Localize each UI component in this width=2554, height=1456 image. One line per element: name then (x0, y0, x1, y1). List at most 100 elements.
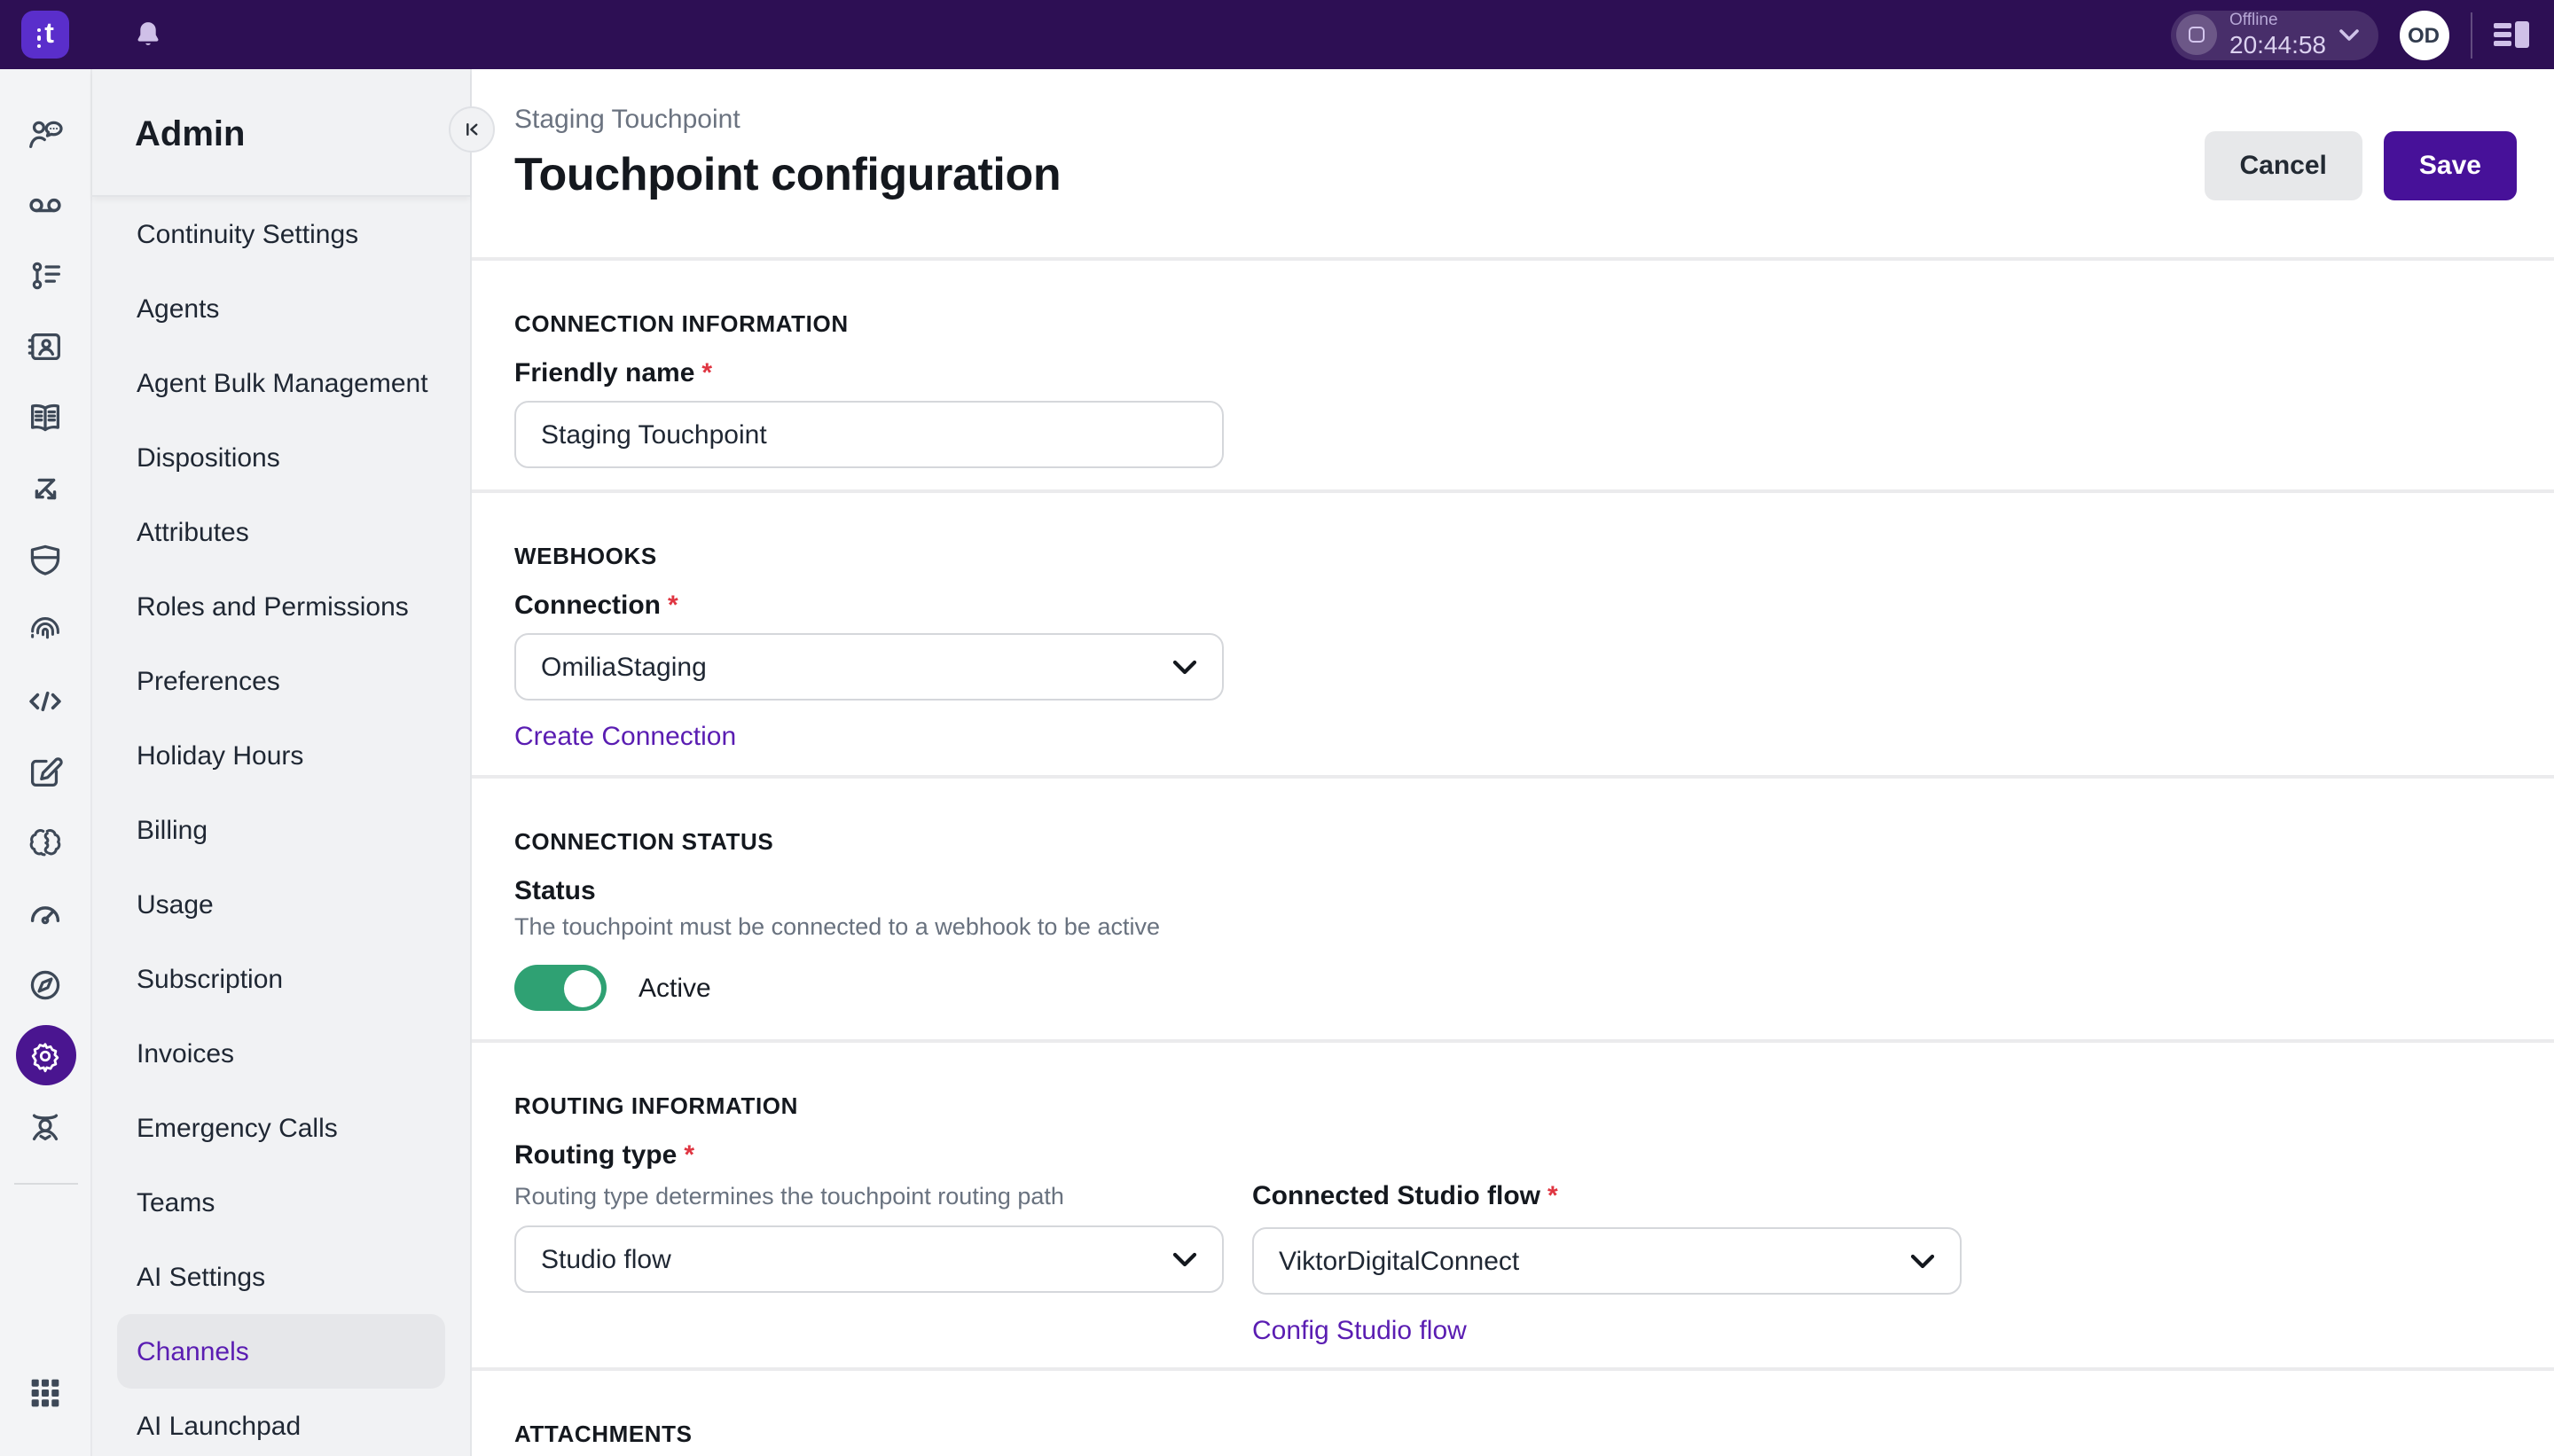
connection-information-section: CONNECTION INFORMATION Friendly name* (472, 261, 2554, 493)
section-heading: ROUTING INFORMATION (514, 1092, 2511, 1119)
sidebar-item-dispositions[interactable]: Dispositions (117, 420, 445, 495)
sidebar-item-label: Billing (137, 815, 208, 845)
webhooks-section: WEBHOOKS Connection* OmiliaStaging Creat… (472, 493, 2554, 779)
routing-type-column: Routing type* Routing type determines th… (514, 1140, 1224, 1346)
status-pill-texts: Offline 20:44:58 (2229, 12, 2326, 58)
usage-gauge-icon[interactable] (10, 878, 81, 949)
sidebar-item-label: Channels (137, 1336, 249, 1366)
routing-type-value: Studio flow (541, 1244, 671, 1274)
sidebar-item-label: Agents (137, 294, 219, 324)
create-connection-link[interactable]: Create Connection (514, 722, 736, 752)
talkdesk-logo[interactable]: t (21, 11, 69, 59)
connected-flow-label: Connected Studio flow* (1252, 1181, 1558, 1211)
admin-menu: Continuity Settings Agents Agent Bulk Ma… (92, 197, 470, 1456)
sidebar-item-label: Subscription (137, 964, 283, 994)
friendly-name-label: Friendly name* (514, 358, 2511, 388)
chevron-down-icon (1172, 1251, 1197, 1267)
routing-type-select[interactable]: Studio flow (514, 1225, 1224, 1293)
connected-flow-column: Connected Studio flow* ViktorDigitalConn… (1252, 1181, 1962, 1346)
sidebar-item-label: Usage (137, 889, 214, 920)
sidebar-item-emergency-calls[interactable]: Emergency Calls (117, 1091, 445, 1165)
chevron-down-icon (1172, 659, 1197, 675)
sidebar-item-ai-settings[interactable]: AI Settings (117, 1240, 445, 1314)
identity-fingerprint-icon[interactable] (10, 594, 81, 665)
topbar-divider (2470, 12, 2472, 58)
friendly-name-input[interactable] (514, 401, 1224, 468)
knowledge-book-icon[interactable] (10, 381, 81, 452)
status-text: Offline (2229, 12, 2326, 29)
sidebar-item-attributes[interactable]: Attributes (117, 495, 445, 569)
app-rail (0, 69, 92, 1456)
sidebar-title: Admin (135, 115, 470, 156)
sidebar-item-label: Attributes (137, 517, 249, 547)
security-shield-icon[interactable] (10, 523, 81, 594)
topbar-right: Offline 20:44:58 OD (2171, 10, 2529, 59)
agent-status-pill[interactable]: Offline 20:44:58 (2171, 10, 2378, 59)
config-studio-flow-link[interactable]: Config Studio flow (1252, 1316, 1467, 1346)
app-shell: Admin Continuity Settings Agents Agent B… (0, 69, 2554, 1456)
connection-select[interactable]: OmiliaStaging (514, 633, 1224, 701)
main-content: Staging Touchpoint Touchpoint configurat… (472, 69, 2554, 1456)
layout-panel-icon[interactable] (2493, 21, 2529, 48)
sidebar-item-channels[interactable]: Channels (117, 1314, 445, 1389)
page-title: Touchpoint configuration (514, 147, 1061, 202)
section-heading: CONNECTION STATUS (514, 828, 2511, 855)
collapse-sidebar-button[interactable] (449, 106, 495, 153)
sidebar-item-teams[interactable]: Teams (117, 1165, 445, 1240)
admin-sidebar: Admin Continuity Settings Agents Agent B… (92, 69, 472, 1456)
required-asterisk: * (1547, 1181, 1558, 1211)
notifications-bell-icon[interactable] (131, 18, 165, 51)
connected-flow-select[interactable]: ViktorDigitalConnect (1252, 1227, 1962, 1295)
sidebar-item-label: AI Settings (137, 1262, 265, 1292)
sidebar-item-holiday-hours[interactable]: Holiday Hours (117, 718, 445, 793)
sidebar-item-invoices[interactable]: Invoices (117, 1016, 445, 1091)
header-actions: Cancel Save (2205, 131, 2518, 257)
status-timer: 20:44:58 (2229, 33, 2326, 58)
required-asterisk: * (684, 1140, 694, 1170)
toggle-knob (564, 969, 601, 1006)
voicemail-icon[interactable] (10, 168, 81, 239)
contacts-icon[interactable] (10, 310, 81, 381)
status-helper-text: The touchpoint must be connected to a we… (514, 913, 2511, 940)
academy-icon[interactable] (10, 1091, 81, 1162)
sidebar-item-continuity-settings[interactable]: Continuity Settings (117, 197, 445, 271)
touchpoint-configuration-app: t Offline 20:44:58 OD (0, 0, 2554, 1456)
sidebar-item-label: AI Launchpad (137, 1411, 301, 1441)
sidebar-header: Admin (92, 69, 470, 197)
sidebar-item-label: Preferences (137, 666, 280, 696)
developer-code-icon[interactable] (10, 665, 81, 736)
routing-type-helper: Routing type determines the touchpoint r… (514, 1183, 1064, 1209)
ai-brain-icon[interactable] (10, 807, 81, 878)
save-button[interactable]: Save (2384, 131, 2517, 200)
agent-conversations-icon[interactable] (10, 98, 81, 168)
logo-letter: t (44, 20, 54, 49)
apps-grid-icon[interactable] (10, 1357, 81, 1428)
logo-dots-icon (36, 27, 41, 49)
status-toggle[interactable] (514, 965, 607, 1011)
sidebar-item-subscription[interactable]: Subscription (117, 942, 445, 1016)
compose-edit-icon[interactable] (10, 736, 81, 807)
connection-select-value: OmiliaStaging (541, 652, 707, 682)
required-asterisk: * (668, 591, 678, 621)
sidebar-item-roles-and-permissions[interactable]: Roles and Permissions (117, 569, 445, 644)
explore-compass-icon[interactable] (10, 949, 81, 1020)
sidebar-item-agents[interactable]: Agents (117, 271, 445, 346)
connected-flow-value: ViktorDigitalConnect (1279, 1246, 1519, 1276)
cancel-button[interactable]: Cancel (2205, 131, 2362, 200)
offline-status-icon (2176, 14, 2217, 55)
section-heading: ATTACHMENTS (514, 1421, 2511, 1447)
sidebar-item-usage[interactable]: Usage (117, 867, 445, 942)
section-heading: CONNECTION INFORMATION (514, 310, 2511, 337)
sidebar-item-preferences[interactable]: Preferences (117, 644, 445, 718)
routing-flow-icon[interactable] (10, 452, 81, 523)
queue-list-icon[interactable] (10, 239, 81, 310)
connection-status-section: CONNECTION STATUS Status The touchpoint … (472, 779, 2554, 1043)
sidebar-item-billing[interactable]: Billing (117, 793, 445, 867)
avatar[interactable]: OD (2399, 10, 2448, 59)
settings-gear-icon[interactable] (15, 1025, 75, 1085)
sidebar-item-label: Teams (137, 1187, 215, 1217)
sidebar-item-agent-bulk-management[interactable]: Agent Bulk Management (117, 346, 445, 420)
chevron-down-icon (2339, 27, 2358, 42)
sidebar-item-label: Continuity Settings (137, 219, 358, 249)
sidebar-item-ai-launchpad[interactable]: AI Launchpad (117, 1389, 445, 1456)
